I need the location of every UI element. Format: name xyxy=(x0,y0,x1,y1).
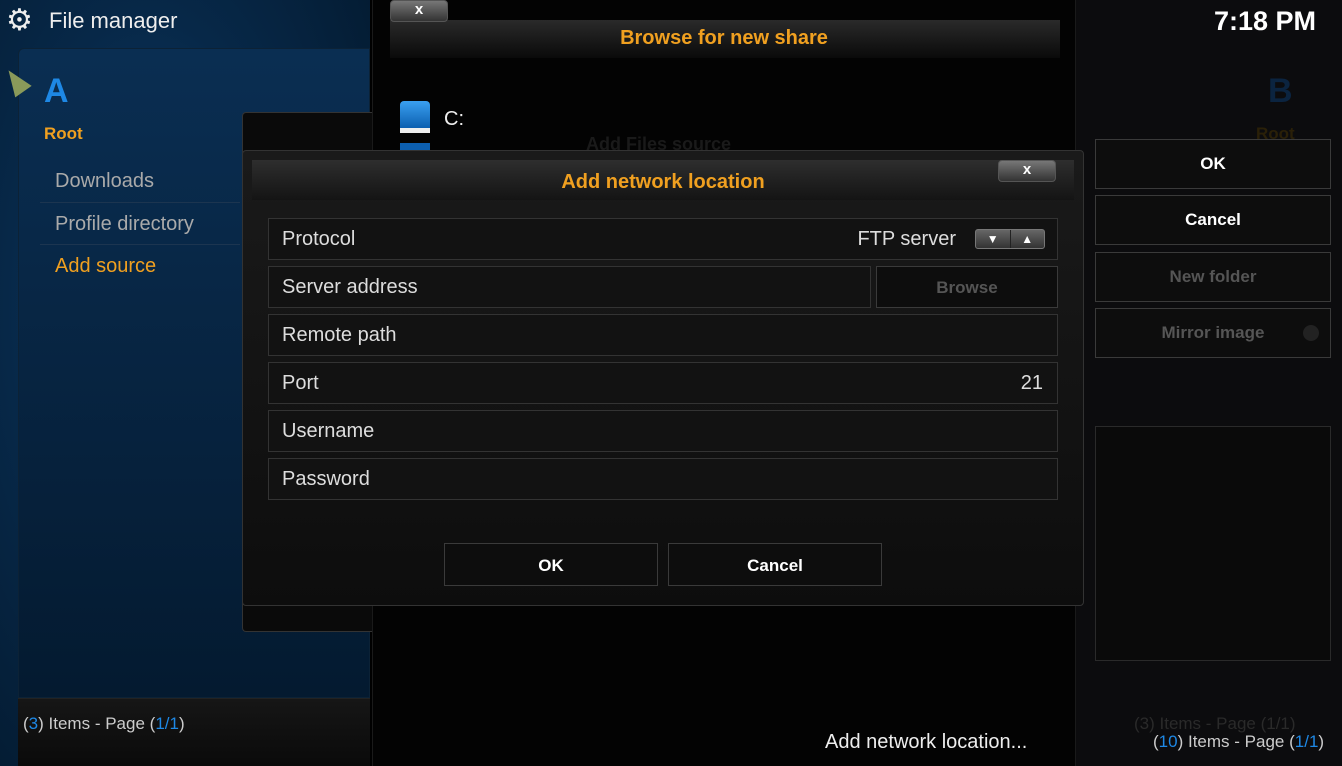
password-label: Password xyxy=(282,468,370,490)
dialog-ok-button[interactable]: OK xyxy=(444,543,658,586)
page-title: File manager xyxy=(49,8,178,33)
remote-path-field[interactable]: Remote path xyxy=(268,314,1058,356)
remote-path-label: Remote path xyxy=(282,324,397,346)
ok-button[interactable]: OK xyxy=(1095,139,1331,189)
protocol-value: FTP server xyxy=(857,228,956,250)
list-item-add-source[interactable]: Add source xyxy=(55,255,156,278)
close-button[interactable]: x xyxy=(998,160,1056,182)
port-field[interactable]: Port 21 xyxy=(268,362,1058,404)
browse-dialog-title: Browse for new share xyxy=(620,27,828,49)
username-label: Username xyxy=(282,420,375,442)
server-address-field[interactable]: Server address xyxy=(268,266,871,308)
right-pane-letter: B xyxy=(1268,72,1293,110)
username-field[interactable]: Username xyxy=(268,410,1058,452)
divider xyxy=(40,244,240,245)
preview-panel xyxy=(1095,426,1331,661)
clock: 7:18 PM xyxy=(1214,6,1317,36)
toggle-icon[interactable] xyxy=(1303,325,1319,341)
protocol-spinner[interactable]: ▼ ▲ xyxy=(975,229,1045,249)
list-item-drive-c[interactable]: C: xyxy=(444,108,464,131)
port-value: 21 xyxy=(1020,372,1043,394)
right-item-counter: (10) Items - Page (1/1) xyxy=(1153,732,1325,751)
list-item-profile-directory[interactable]: Profile directory xyxy=(55,213,194,236)
divider xyxy=(40,202,240,203)
protocol-label: Protocol xyxy=(282,228,356,250)
left-pane-letter: A xyxy=(44,72,69,110)
left-pane-path: Root xyxy=(44,124,83,143)
dialog-cancel-button[interactable]: Cancel xyxy=(668,543,882,586)
new-folder-button[interactable]: New folder xyxy=(1095,252,1331,302)
mirror-image-button[interactable]: Mirror image xyxy=(1095,308,1331,358)
server-address-label: Server address xyxy=(282,276,418,298)
browse-status-text: Add network location... xyxy=(825,731,1028,753)
drive-icon xyxy=(400,101,430,133)
browse-close-button[interactable]: x xyxy=(390,0,448,22)
gear-icon: ⚙ xyxy=(6,4,33,37)
arrow-down-icon[interactable]: ▼ xyxy=(976,230,1011,248)
left-item-counter: (3) Items - Page (1/1) xyxy=(23,714,185,733)
port-label: Port xyxy=(282,372,319,394)
browse-button[interactable]: Browse xyxy=(876,266,1058,308)
arrow-up-icon[interactable]: ▲ xyxy=(1011,230,1045,248)
cancel-button[interactable]: Cancel xyxy=(1095,195,1331,245)
protocol-field[interactable]: Protocol FTP server xyxy=(268,218,1058,260)
list-item-downloads[interactable]: Downloads xyxy=(55,170,154,193)
ghost-item-counter: (3) Items - Page (1/1) xyxy=(1134,714,1296,733)
password-field[interactable]: Password xyxy=(268,458,1058,500)
dialog-title: Add network location xyxy=(561,171,765,193)
